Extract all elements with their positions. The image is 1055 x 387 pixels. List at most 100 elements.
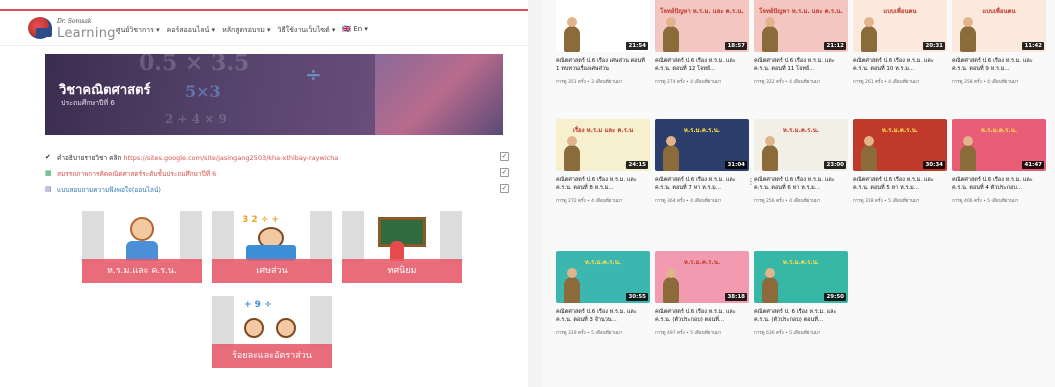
link-text[interactable]: สมรรถภาพการคิดคณิตศาสตร์ระดับชั้นประถมศึ… bbox=[57, 169, 216, 179]
video-thumbnail[interactable]: ห.ร.ม.ค.ร.น. 31:04 bbox=[655, 119, 749, 171]
teacher-figure bbox=[564, 17, 580, 52]
form-icon: ▤ bbox=[45, 185, 52, 193]
video-card[interactable]: ห.ร.ม.ค.ร.น. 41:47 คณิตศาสตร์ ป.6 เรื่อง ห… bbox=[952, 119, 1046, 204]
video-title[interactable]: คณิตศาสตร์ ป.6 เรื่อง ห.ร.ม. และ ค.ร.น. … bbox=[655, 176, 749, 192]
video-title[interactable]: คณิตศาสตร์ ป.6 เรื่อง ห.ร.ม. และ ค.ร.น. … bbox=[754, 57, 848, 73]
topic-card-gcd-lcm[interactable]: ห.ร.ม.และ ค.ร.น. bbox=[82, 211, 202, 283]
checkbox-icon[interactable]: ✓ bbox=[500, 168, 509, 177]
link-text[interactable]: แบบสอบถามความพึงพอใจ(ออนไลน์) bbox=[57, 185, 161, 195]
topic-card-label: เศษส่วน bbox=[212, 259, 332, 283]
nav-item-language[interactable]: 🇬🇧 En ▾ bbox=[342, 25, 368, 36]
video-meta: การดู 351 ครั้ง • 3 เดือนที่ผ่านมา bbox=[556, 80, 623, 85]
link-row-description[interactable]: ✔ คำอธิบายรายวิชา คลิก https://sites.goo… bbox=[45, 152, 515, 168]
teacher-figure bbox=[564, 136, 580, 171]
topic-card-label: ทศนิยม bbox=[342, 259, 462, 283]
video-card[interactable]: ห.ร.ม.ค.ร.น. 38:18 คณิตศาสตร์ ป.6 เรื่อง ห… bbox=[655, 251, 749, 336]
video-grid: 21:54 คณิตศาสตร์ ป.6 เรื่อง เศษส่วน ตอนที… bbox=[542, 0, 1055, 387]
teacher-figure bbox=[861, 136, 877, 171]
video-title[interactable]: คณิตศาสตร์ ป.6 เรื่อง ห.ร.ม. และ ค.ร.น. … bbox=[655, 308, 749, 324]
logo-icon[interactable] bbox=[28, 17, 52, 39]
thumbnail-caption: ห.ร.ม.ค.ร.น. bbox=[683, 259, 721, 266]
video-duration: 20:31 bbox=[923, 42, 945, 50]
video-title[interactable]: คณิตศาสตร์ ป.6 เรื่อง ห.ร.ม. และ ค.ร.น. … bbox=[952, 57, 1046, 73]
video-meta: การดู 318 ครั้ง • 5 เดือนที่ผ่านมา bbox=[853, 199, 920, 204]
video-thumbnail[interactable]: โจทย์ปัญหา ห.ร.ม. และ ค.ร.น. 21:12 bbox=[754, 0, 848, 52]
video-thumbnail[interactable]: 21:54 bbox=[556, 0, 650, 52]
video-card[interactable]: ห.ร.ม.ค.ร.น. 30:34 คณิตศาสตร์ ป.6 เรื่อง ห… bbox=[853, 119, 947, 204]
video-title[interactable]: คณิตศาสตร์ ป.6 เรื่อง ห.ร.ม. และ ค.ร.น. … bbox=[952, 176, 1046, 192]
thumbnail-caption: แบบเพื่อนคน bbox=[883, 8, 917, 15]
link-url[interactable]: https://sites.google.com/site/jasingang2… bbox=[124, 154, 339, 162]
link-row-survey[interactable]: ▤ แบบสอบถามความพึงพอใจ(ออนไลน์) ✓ bbox=[45, 184, 515, 200]
nav-item-academic[interactable]: ศูนย์วิชาการ ▾ bbox=[116, 25, 160, 36]
link-row-assessment[interactable]: ▦ สมรรถภาพการคิดคณิตศาสตร์ระดับชั้นประถม… bbox=[45, 168, 515, 184]
nav-item-howto[interactable]: วิธีใช้งานเว็บไซต์ ▾ bbox=[278, 25, 336, 36]
video-title[interactable]: คณิตศาสตร์ ป. 6 เรื่อง ห.ร.ม. และ ค.ร.น.… bbox=[754, 308, 848, 324]
nav-item-training[interactable]: หลักสูตรอบรม ▾ bbox=[222, 25, 270, 36]
video-card[interactable]: โจทย์ปัญหา ห.ร.ม. และ ค.ร.น. 21:12 คณิตศาส… bbox=[754, 0, 848, 85]
checkbox-icon[interactable]: ✓ bbox=[500, 184, 509, 193]
link-text: คำอธิบายรายวิชา คลิก bbox=[57, 154, 124, 162]
video-duration: 23:00 bbox=[824, 161, 846, 169]
video-card[interactable]: แบบเพื่อนคน 20:31 คณิตศาสตร์ ป.6 เรื่อง ห.… bbox=[853, 0, 947, 85]
thumbnail-caption: ห.ร.ม.ค.ร.น. bbox=[980, 127, 1018, 134]
video-card[interactable]: ห.ร.ม.ค.ร.น. 23:00 คณิตศาสตร์ ป.6 เรื่อง ห… bbox=[754, 119, 848, 204]
video-title[interactable]: คณิตศาสตร์ ป.6 เรื่อง ห.ร.ม. และ ค.ร.น. … bbox=[655, 57, 749, 73]
video-title[interactable]: คณิตศาสตร์ ป.6 เรื่อง ห.ร.ม. และ ค.ร.น. … bbox=[556, 176, 650, 192]
video-card[interactable]: ห.ร.ม.ค.ร.น. 30:55 คณิตศาสตร์ ป.6 เรื่อง ห… bbox=[556, 251, 650, 336]
video-thumbnail[interactable]: ห.ร.ม.ค.ร.น. 30:34 bbox=[853, 119, 947, 171]
video-thumbnail[interactable]: ห.ร.ม.ค.ร.น. 23:00 bbox=[754, 119, 848, 171]
teacher-blackboard-illustration bbox=[364, 211, 440, 263]
teacher-figure bbox=[663, 17, 679, 52]
boy-thinking-illustration bbox=[104, 211, 180, 263]
video-card[interactable]: ห.ร.ม.ค.ร.น. 31:04 คณิตศาสตร์ ป.6 เรื่อง ห… bbox=[655, 119, 755, 204]
video-meta: การดู 274 ครั้ง • 4 เดือนที่ผ่านมา bbox=[655, 80, 722, 85]
video-title[interactable]: คณิตศาสตร์ ป.6 เรื่อง ห.ร.ม. และ ค.ร.น. … bbox=[853, 57, 947, 73]
course-page: Dr. Somsak Learning ศูนย์วิชาการ ▾ คอร์ส… bbox=[0, 0, 528, 387]
video-thumbnail[interactable]: ห.ร.ม.ค.ร.น. 41:47 bbox=[952, 119, 1046, 171]
topic-card-label: ร้อยละและอัตราส่วน bbox=[212, 344, 332, 368]
teacher-figure bbox=[960, 136, 976, 171]
nav-item-courses[interactable]: คอร์สออนไลน์ ▾ bbox=[167, 25, 215, 36]
checkbox-icon[interactable]: ✓ bbox=[500, 152, 509, 161]
video-card[interactable]: ห.ร.ม.ค.ร.น. 29:50 คณิตศาสตร์ ป. 6 เรื่อง … bbox=[754, 251, 848, 336]
topic-card-label: ห.ร.ม.และ ค.ร.น. bbox=[82, 259, 202, 283]
video-thumbnail[interactable]: ห.ร.ม.ค.ร.น. 29:50 bbox=[754, 251, 848, 303]
video-meta: การดู 322 ครั้ง • 4 เดือนที่ผ่านมา bbox=[754, 80, 821, 85]
child-reading-illustration: 3 2 ÷ + bbox=[234, 211, 310, 263]
video-card[interactable]: แบบเพื่อนคน 11:42 คณิตศาสตร์ ป.6 เรื่อง ห.… bbox=[952, 0, 1046, 85]
teacher-figure bbox=[861, 17, 877, 52]
spreadsheet-icon: ▦ bbox=[45, 169, 52, 177]
video-title[interactable]: คณิตศาสตร์ ป.6 เรื่อง ห.ร.ม. และ ค.ร.น. … bbox=[556, 308, 650, 324]
hero-deco-4: 2 + 4 × 9 bbox=[165, 112, 227, 126]
video-thumbnail[interactable]: แบบเพื่อนคน 11:42 bbox=[952, 0, 1046, 52]
video-meta: การดู 406 ครั้ง • 5 เดือนที่ผ่านมา bbox=[952, 199, 1019, 204]
teacher-figure bbox=[762, 268, 778, 303]
hero-deco-3: ÷ bbox=[305, 62, 322, 86]
video-duration: 24:15 bbox=[626, 161, 648, 169]
thumbnail-caption: โจทย์ปัญหา ห.ร.ม. และ ค.ร.น. bbox=[660, 8, 744, 15]
video-duration: 21:54 bbox=[626, 42, 648, 50]
video-meta: การดู 319 ครั้ง • 5 เดือนที่ผ่านมา bbox=[556, 331, 623, 336]
thumbnail-caption: โจทย์ปัญหา ห.ร.ม. และ ค.ร.น. bbox=[759, 8, 843, 15]
video-title[interactable]: คณิตศาสตร์ ป.6 เรื่อง ห.ร.ม. และ ค.ร.น. … bbox=[853, 176, 947, 192]
video-thumbnail[interactable]: แบบเพื่อนคน 20:31 bbox=[853, 0, 947, 52]
topic-card-decimals[interactable]: ทศนิยม bbox=[342, 211, 462, 283]
video-meta: การดู 364 ครั้ง • 4 เดือนที่ผ่านมา bbox=[655, 199, 722, 204]
thumbnail-caption: แบบเพื่อนคน bbox=[982, 8, 1016, 15]
video-thumbnail[interactable]: ห.ร.ม.ค.ร.น. 30:55 bbox=[556, 251, 650, 303]
topic-card-percent-ratio[interactable]: + 9 ÷ ร้อยละและอัตราส่วน bbox=[212, 296, 332, 368]
video-thumbnail[interactable]: ห.ร.ม.ค.ร.น. 38:18 bbox=[655, 251, 749, 303]
hero-deco-1: 0.5 × 3.5 bbox=[139, 54, 250, 76]
logo-text[interactable]: Learning bbox=[57, 26, 116, 41]
video-title[interactable]: คณิตศาสตร์ ป.6 เรื่อง ห.ร.ม. และ ค.ร.น. … bbox=[754, 176, 848, 192]
video-thumbnail[interactable]: เรื่อง ห.ร.ม และ ค.ร.น 24:15 bbox=[556, 119, 650, 171]
video-card[interactable]: 21:54 คณิตศาสตร์ ป.6 เรื่อง เศษส่วน ตอนที… bbox=[556, 0, 650, 85]
thumbnail-caption: ห.ร.ม.ค.ร.น. bbox=[584, 259, 622, 266]
video-title[interactable]: คณิตศาสตร์ ป.6 เรื่อง เศษส่วน ตอนที่ 1 ท… bbox=[556, 57, 650, 73]
video-card[interactable]: โจทย์ปัญหา ห.ร.ม. และ ค.ร.น. 18:57 คณิตศาส… bbox=[655, 0, 749, 85]
video-thumbnail[interactable]: โจทย์ปัญหา ห.ร.ม. และ ค.ร.น. 18:57 bbox=[655, 0, 749, 52]
video-card[interactable]: เรื่อง ห.ร.ม และ ค.ร.น 24:15 คณิตศาสตร์ ป.… bbox=[556, 119, 650, 204]
topic-card-fractions[interactable]: 3 2 ÷ + เศษส่วน bbox=[212, 211, 332, 283]
video-duration: 31:04 bbox=[725, 161, 747, 169]
